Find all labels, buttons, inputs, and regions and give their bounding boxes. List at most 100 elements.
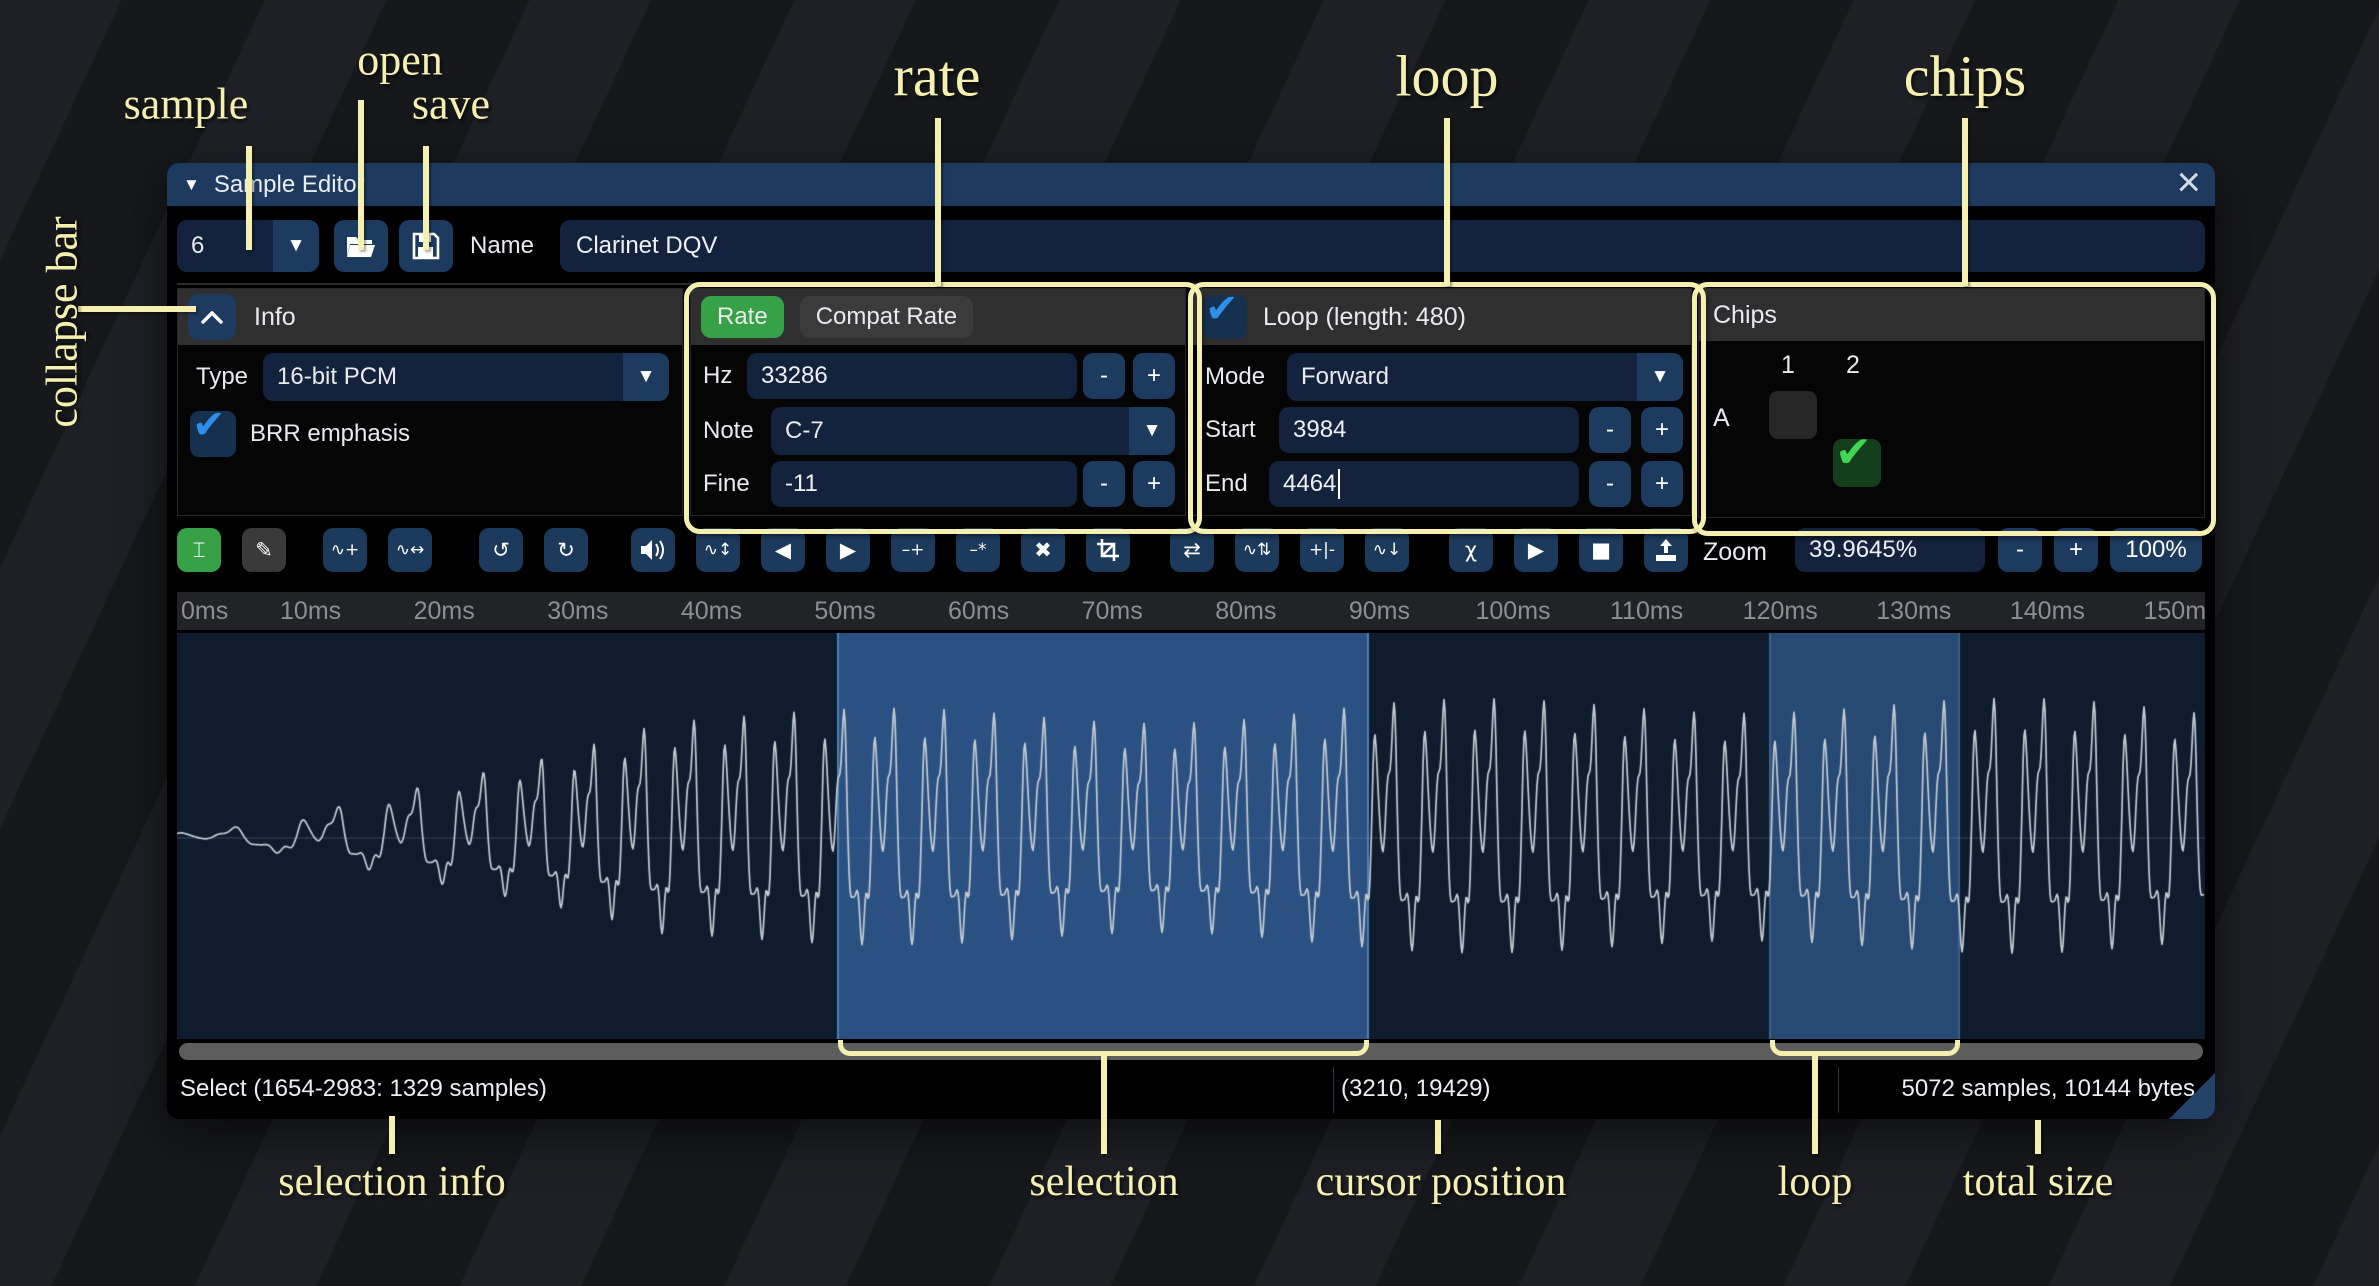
undo-icon[interactable]: ↺: [479, 528, 523, 572]
annotation-outline: [1692, 282, 2216, 536]
ruler-tick: 70ms: [1082, 597, 1143, 626]
resize-grip[interactable]: [2169, 1073, 2215, 1119]
zoom-value: 39.9645%: [1809, 536, 1917, 564]
ruler-tick: 50ms: [814, 597, 875, 626]
ruler-tick: 100ms: [1475, 597, 1550, 626]
waveform-canvas[interactable]: [177, 633, 2205, 1039]
fade-out-icon[interactable]: ▶: [826, 528, 870, 572]
reverse-icon[interactable]: ⇄: [1170, 528, 1214, 572]
ruler-tick: 40ms: [681, 597, 742, 626]
delete-icon[interactable]: ✖: [1021, 528, 1065, 572]
resample-icon[interactable]: ∿↔: [388, 528, 432, 572]
annotation-bracket: [1770, 1040, 1960, 1056]
ruler-tick: 130ms: [1876, 597, 1951, 626]
annotation-line: [1444, 118, 1450, 286]
redo-icon[interactable]: ↻: [544, 528, 588, 572]
preview-stop-icon[interactable]: ■: [1579, 528, 1623, 572]
window-title: Sample Editor: [214, 171, 365, 199]
fade-in-icon[interactable]: ◀: [761, 528, 805, 572]
brr-emphasis-label: BRR emphasis: [250, 411, 410, 457]
name-label: Name: [470, 220, 534, 272]
cursor-position-text: (3210, 19429): [1341, 1075, 1490, 1103]
insert-silence-icon[interactable]: –+: [891, 528, 935, 572]
name-value: Clarinet DQV: [576, 232, 717, 260]
annotation-total-size: total size: [1963, 1158, 2113, 1206]
ruler-tick: 140ms: [2010, 597, 2085, 626]
total-size-text: 5072 samples, 10144 bytes: [1843, 1075, 2195, 1103]
brr-emphasis-checkbox[interactable]: ✔: [190, 411, 236, 457]
zoom-reset-label: 100%: [2125, 536, 2186, 564]
chevron-down-icon[interactable]: ▼: [273, 220, 319, 272]
filter-icon[interactable]: ∿↓: [1365, 528, 1409, 572]
invert-icon[interactable]: ∿⇅: [1235, 528, 1279, 572]
minus-icon: -: [2016, 536, 2024, 564]
amplify-icon[interactable]: [631, 528, 675, 572]
status-bar: Select (1654-2983: 1329 samples) (3210, …: [167, 1062, 2215, 1119]
info-panel: Info Type 16-bit PCM ▼ ✔ BRR emphasis: [177, 288, 683, 516]
annotation-outline: [1188, 282, 1706, 534]
draw-mode-icon[interactable]: ✎: [242, 528, 286, 572]
info-collapse-button[interactable]: [188, 294, 236, 340]
apply-silence-icon[interactable]: –*: [956, 528, 1000, 572]
annotation-outline: [684, 282, 1202, 534]
annotation-chips: chips: [1904, 43, 2026, 110]
annotation-line: [1435, 1120, 1441, 1154]
annotation-line: [246, 146, 252, 250]
resize-icon[interactable]: ∿+: [323, 528, 367, 572]
ruler-tick: 20ms: [414, 597, 475, 626]
info-header: Info: [254, 303, 296, 332]
plus-icon: +: [2069, 536, 2083, 564]
ruler-tick: 120ms: [1743, 597, 1818, 626]
check-icon: ✔: [192, 402, 226, 448]
annotation-line: [1812, 1056, 1818, 1154]
annotation-cursor-position: cursor position: [1316, 1158, 1567, 1206]
trim-icon[interactable]: [1086, 528, 1130, 572]
annotation-bracket: [838, 1040, 1369, 1056]
type-label: Type: [196, 353, 248, 401]
timeline-ruler[interactable]: 0ms 10ms 20ms 30ms 40ms 50ms 60ms 70ms 80ms 90ms 1…: [177, 592, 2205, 630]
name-input[interactable]: Clarinet DQV: [560, 220, 2205, 272]
ruler-tick: 0ms: [181, 597, 228, 626]
sample-number-value: 6: [177, 220, 273, 272]
chevron-up-icon: [201, 311, 223, 324]
annotation-line: [1962, 118, 1968, 286]
annotation-loop-bottom: loop: [1778, 1158, 1853, 1206]
crossfade-icon[interactable]: χ: [1449, 528, 1493, 572]
annotation-rate: rate: [894, 43, 981, 110]
type-value: 16-bit PCM: [263, 353, 623, 401]
ruler-tick: 10ms: [280, 597, 341, 626]
upload-to-chip-icon[interactable]: [1644, 528, 1688, 572]
status-separator: [1333, 1067, 1334, 1113]
annotation-loop: loop: [1395, 43, 1498, 110]
screenshot-stage: ▼ Sample Editor × 6 ▼ Name Clarinet DQV: [0, 0, 2379, 1286]
select-mode-icon[interactable]: ⌶: [177, 528, 221, 572]
annotation-line: [2035, 1120, 2041, 1154]
ruler-tick: 30ms: [547, 597, 608, 626]
ruler-tick: 80ms: [1215, 597, 1276, 626]
selection-info-text: Select (1654-2983: 1329 samples): [180, 1075, 547, 1103]
window-collapse-icon[interactable]: ▼: [183, 175, 200, 195]
annotation-sample: sample: [124, 79, 249, 130]
signed-unsigned-icon[interactable]: +|-: [1300, 528, 1344, 572]
ruler-tick: 90ms: [1349, 597, 1410, 626]
annotation-line: [358, 100, 364, 250]
chevron-down-icon: ▼: [623, 353, 669, 401]
normalize-icon[interactable]: ∿↕: [696, 528, 740, 572]
zoom-label: Zoom: [1703, 530, 1767, 574]
annotation-selection-info: selection info: [278, 1158, 505, 1206]
preview-play-icon[interactable]: ▶: [1514, 528, 1558, 572]
ruler-tick: 60ms: [948, 597, 1009, 626]
titlebar[interactable]: ▼ Sample Editor ×: [167, 163, 2215, 206]
annotation-line: [423, 146, 429, 250]
status-separator: [1838, 1067, 1839, 1113]
annotation-line: [935, 118, 941, 286]
annotation-line: [1101, 1056, 1107, 1154]
annotation-selection: selection: [1029, 1158, 1178, 1206]
annotation-line: [78, 306, 196, 312]
ruler-tick: 150ms: [2143, 597, 2205, 626]
annotation-line: [389, 1116, 395, 1154]
close-icon[interactable]: ×: [2176, 163, 2201, 203]
ruler-tick: 110ms: [1610, 597, 1683, 626]
annotation-collapse-bar: collapse bar: [37, 216, 88, 427]
type-select[interactable]: 16-bit PCM ▼: [263, 353, 669, 401]
